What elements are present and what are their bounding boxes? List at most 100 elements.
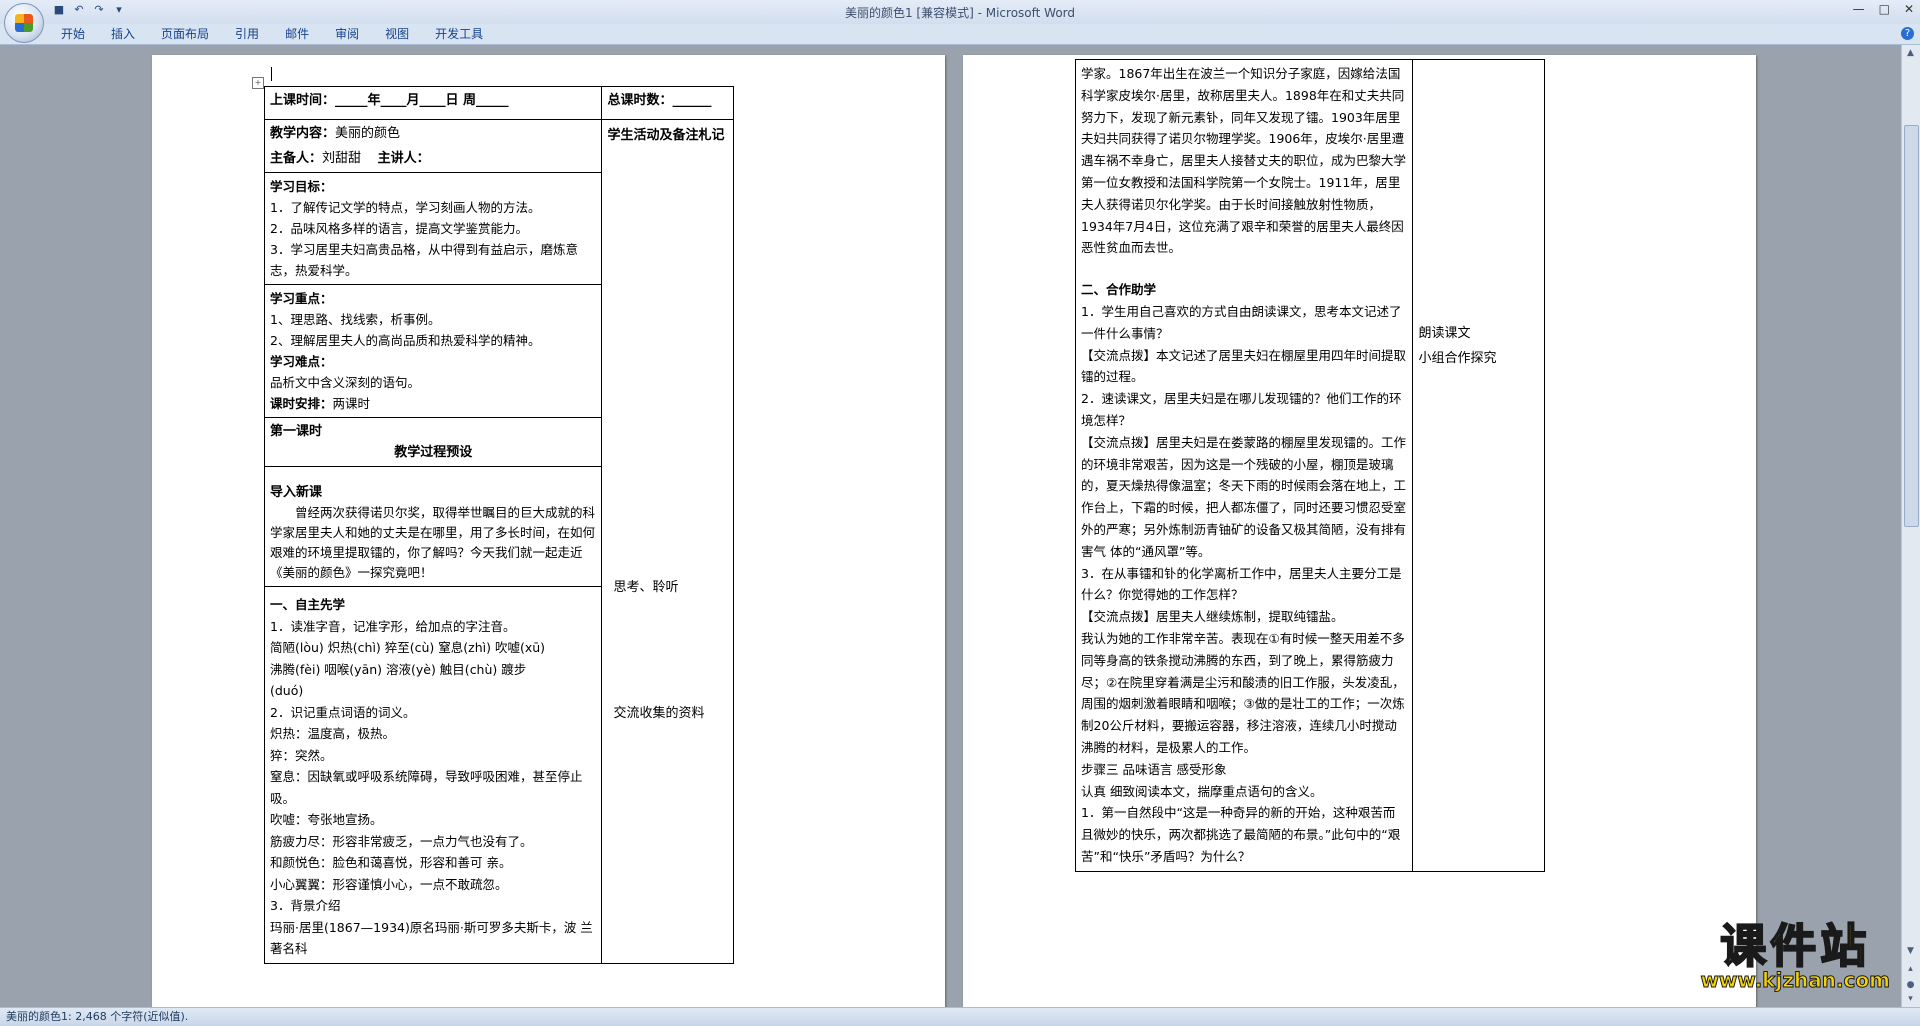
pinyin-line: 简陋(lòu) 炽热(chì) 猝至(cù) 窒息(zhì) 吹嘘(xū) [270,640,546,655]
watermark-url: www.kjzhan.com [1700,968,1891,992]
watermark-title: 课件站 [1719,919,1871,973]
prep-label: 主备人： [270,151,323,166]
document-workspace[interactable]: + 上课时间：_____年____月____日 周_____ 总课时数：____… [0,45,1902,1007]
goal-item: 2．品味风格多样的语言，提高文学鉴赏能力。 [270,221,528,236]
help-icon[interactable]: ? [1901,27,1914,40]
table-row: 教学内容：美丽的颜色 主备人：刘甜甜 主讲人： 学生活动及备注札记 思考、聆听 … [263,119,734,964]
definition-item: 和颜悦色：脸色和蔼喜悦，形容和善可 亲。 [270,855,512,870]
window-controls: — □ ✕ [1853,2,1914,16]
tab-home[interactable]: 开始 [48,26,98,42]
definition-item: 吹嘘：夸张地宣扬。 [270,812,383,827]
intro-title: 导入新课 [270,485,323,500]
bio-text: 学家。1867年出生在波兰一个知识分子家庭，因嫁给法国科学家皮埃尔·居里，故称居… [1081,66,1407,256]
coop-item: 1．学生用自己喜欢的方式自由朗读课文，思考本文记述了一件什么事情？ [1081,303,1402,341]
intro-text: 曾经两次获得诺贝尔奖，取得举世瞩目的巨大成就的科学家居里夫人和她的丈夫是在哪里，… [270,505,596,580]
class-time-cell[interactable]: 上课时间：_____年____月____日 周_____ [263,86,603,120]
first-lesson-label: 第一课时 [270,424,323,439]
table-row: 上课时间：_____年____月____日 周_____ 总课时数：______ [263,86,734,120]
question-1: 1．读准字音，记准字形，给加点的字注音。 [270,618,516,634]
coop-item: 3．在从事镭和钋的化学离析工作中，居里夫人主要分工是什么？你觉得她的工作怎样？ [1081,565,1402,603]
coop-item: 2．速读课文，居里夫妇是在哪儿发现镭的？他们工作的环境怎样？ [1081,391,1402,428]
maximize-icon[interactable]: □ [1879,2,1890,16]
ribbon-tabs: 开始 插入 页面布局 引用 邮件 审阅 视图 开发工具 [48,26,496,42]
coop-item: 我认为她的工作非常辛苦。表现在①有时候一整天用差不多同等身高的铁条搅动沸腾的东西… [1081,630,1405,755]
tab-mailings[interactable]: 邮件 [272,26,322,42]
tab-references[interactable]: 引用 [222,26,272,42]
definition-item: 窒息：因缺氧或呼吸系统障碍，导致呼吸困难，甚至停止吸。 [270,769,583,806]
ribbon: 开始 插入 页面布局 引用 邮件 审阅 视图 开发工具 ? [0,24,1920,45]
lesson-plan-table-continued: 学家。1867年出生在波兰一个知识分子家庭，因嫁给法国科学家皮埃尔·居里，故称居… [1074,59,1545,872]
time-value: 两课时 [332,396,371,411]
student-activity-cell[interactable]: 学生活动及备注札记 思考、聆听 交流收集的资料 [601,119,734,964]
scroll-thumb[interactable] [1904,125,1919,527]
watermark-logo: 课件站 www.kjzhan.com [1700,919,1891,992]
page-1[interactable]: + 上课时间：_____年____月____日 周_____ 总课时数：____… [152,55,945,1007]
question-3: 3．背景介绍 [270,898,341,913]
coop-title: 二、合作助学 [1081,282,1157,298]
pinyin-line: (duó) [270,683,304,698]
prep-value: 刘甜甜 [322,151,362,166]
page-2[interactable]: 学家。1867年出生在波兰一个知识分子家庭，因嫁给法国科学家皮埃尔·居里，故称居… [963,55,1756,1007]
self-study-title: 一、自主先学 [270,597,346,612]
pinyin-line: 沸腾(fèi) 咽喉(yān) 溶液(yè) 触目(chù) 踱步 [270,661,527,677]
scroll-down-icon[interactable]: ▼ [1904,945,1917,958]
lecturer-label: 主讲人： [377,151,430,166]
tab-review[interactable]: 审阅 [322,26,372,42]
focus-item: 2、理解居里夫人的高尚品质和热爱科学的精神。 [270,333,541,348]
content-value: 美丽的颜色 [335,126,401,141]
process-heading: 教学过程预设 [394,445,473,460]
definition-item: 猝：突然。 [270,747,333,763]
note-think: 思考、聆听 [613,579,679,595]
minimize-icon[interactable]: — [1853,2,1865,16]
coop-item: 步骤三 品味语言 感受形象 [1081,761,1227,777]
definition-item: 小心翼翼：形容谨慎小心，一点不敢疏忽。 [270,876,508,892]
time-label: 课时安排： [270,396,333,411]
tab-developer[interactable]: 开发工具 [422,26,496,42]
coop-item: 1．第一自然段中“这是一种奇异的新的开始，这种艰苦而 且微妙的快乐，两次都挑选了… [1081,805,1401,864]
lesson-cell[interactable]: 第一课时 教学过程预设 [263,417,603,467]
content-label: 教学内容： [270,126,336,141]
tab-view[interactable]: 视图 [372,26,422,42]
office-logo-icon [15,14,33,32]
total-hours-cell[interactable]: 总课时数：______ [601,86,734,120]
note-group: 小组合作探究 [1418,351,1497,366]
table-move-handle-icon[interactable]: + [252,77,264,89]
tab-insert[interactable]: 插入 [98,26,148,42]
coop-item: 【交流点拨】居里夫人继续炼制，提取纯镭盐。 [1081,609,1344,625]
title-bar: ■ ↶ ↷ ▾ 美丽的颜色1 [兼容模式] - Microsoft Word —… [0,0,1920,24]
self-study-cell[interactable]: 一、自主先学 1．读准字音，记准字形，给加点的字注音。 简陋(lòu) 炽热(c… [263,586,603,964]
vertical-scrollbar[interactable]: ▲ ▼ ▴ ● ▾ [1901,45,1920,1007]
select-browse-object-icon[interactable]: ● [1904,979,1917,992]
focus-title: 学习重点： [270,291,333,306]
focus-cell[interactable]: 学习重点： 1、理思路、找线索，析事例。 2、理解居里夫人的高尚品质和热爱科学的… [263,284,603,418]
focus-item: 1、理思路、找线索，析事例。 [270,312,441,327]
office-button[interactable] [4,3,44,43]
note-share: 交流收集的资料 [613,705,705,721]
intro-cell[interactable]: 导入新课 曾经两次获得诺贝尔奖，取得举世瞩目的巨大成就的科学家居里夫人和她的丈夫… [263,466,603,587]
prev-page-icon[interactable]: ▴ [1904,963,1917,976]
definition-item: 筋疲力尽：形容非常疲乏，一点力气也没有了。 [270,833,533,849]
goals-cell[interactable]: 学习目标： 1．了解传记文学的特点，学习刻画人物的方法。 2．品味风格多样的语言… [263,172,603,285]
goal-item: 3．学习居里夫妇高贵品格，从中得到有益启示，磨炼意志，热爱科学。 [270,242,578,278]
scroll-up-icon[interactable]: ▲ [1904,47,1917,60]
notes-cell[interactable]: 朗读课文 小组合作探究 [1412,59,1545,872]
background-text: 玛丽·居里(1867—1934)原名玛丽·斯可罗多夫斯卡，波 兰著名科 [270,919,593,957]
coop-item: 【交流点拨】本文记述了居里夫妇在棚屋里用四年时间提取镭的过程。 [1081,347,1407,385]
close-icon[interactable]: ✕ [1904,2,1914,16]
text-cursor [271,67,272,81]
goal-item: 1．了解传记文学的特点，学习刻画人物的方法。 [270,200,541,215]
tab-page-layout[interactable]: 页面布局 [148,26,222,42]
note-read: 朗读课文 [1418,326,1471,341]
difficulty-text: 品析文中含义深刻的语句。 [270,375,421,390]
lesson-plan-table: 上课时间：_____年____月____日 周_____ 总课时数：______… [263,86,734,964]
word-count[interactable]: 美丽的颜色1: 2,468 个字符(近似值). [0,1010,188,1023]
status-bar: 美丽的颜色1: 2,468 个字符(近似值). [0,1007,1920,1026]
coop-item: 【交流点拨】居里夫妇是在娄蒙路的棚屋里发现镭的。工作的环境非常艰苦，因为这是一个… [1081,434,1407,559]
main-content-cell[interactable]: 学家。1867年出生在波兰一个知识分子家庭，因嫁给法国科学家皮埃尔·居里，故称居… [1074,59,1414,872]
student-activity-heading: 学生活动及备注札记 [607,128,725,143]
difficulty-title: 学习难点： [270,354,333,369]
question-2: 2．识记重点词语的词义。 [270,704,416,720]
next-page-icon[interactable]: ▾ [1904,993,1917,1006]
content-cell[interactable]: 教学内容：美丽的颜色 主备人：刘甜甜 主讲人： [263,119,603,173]
